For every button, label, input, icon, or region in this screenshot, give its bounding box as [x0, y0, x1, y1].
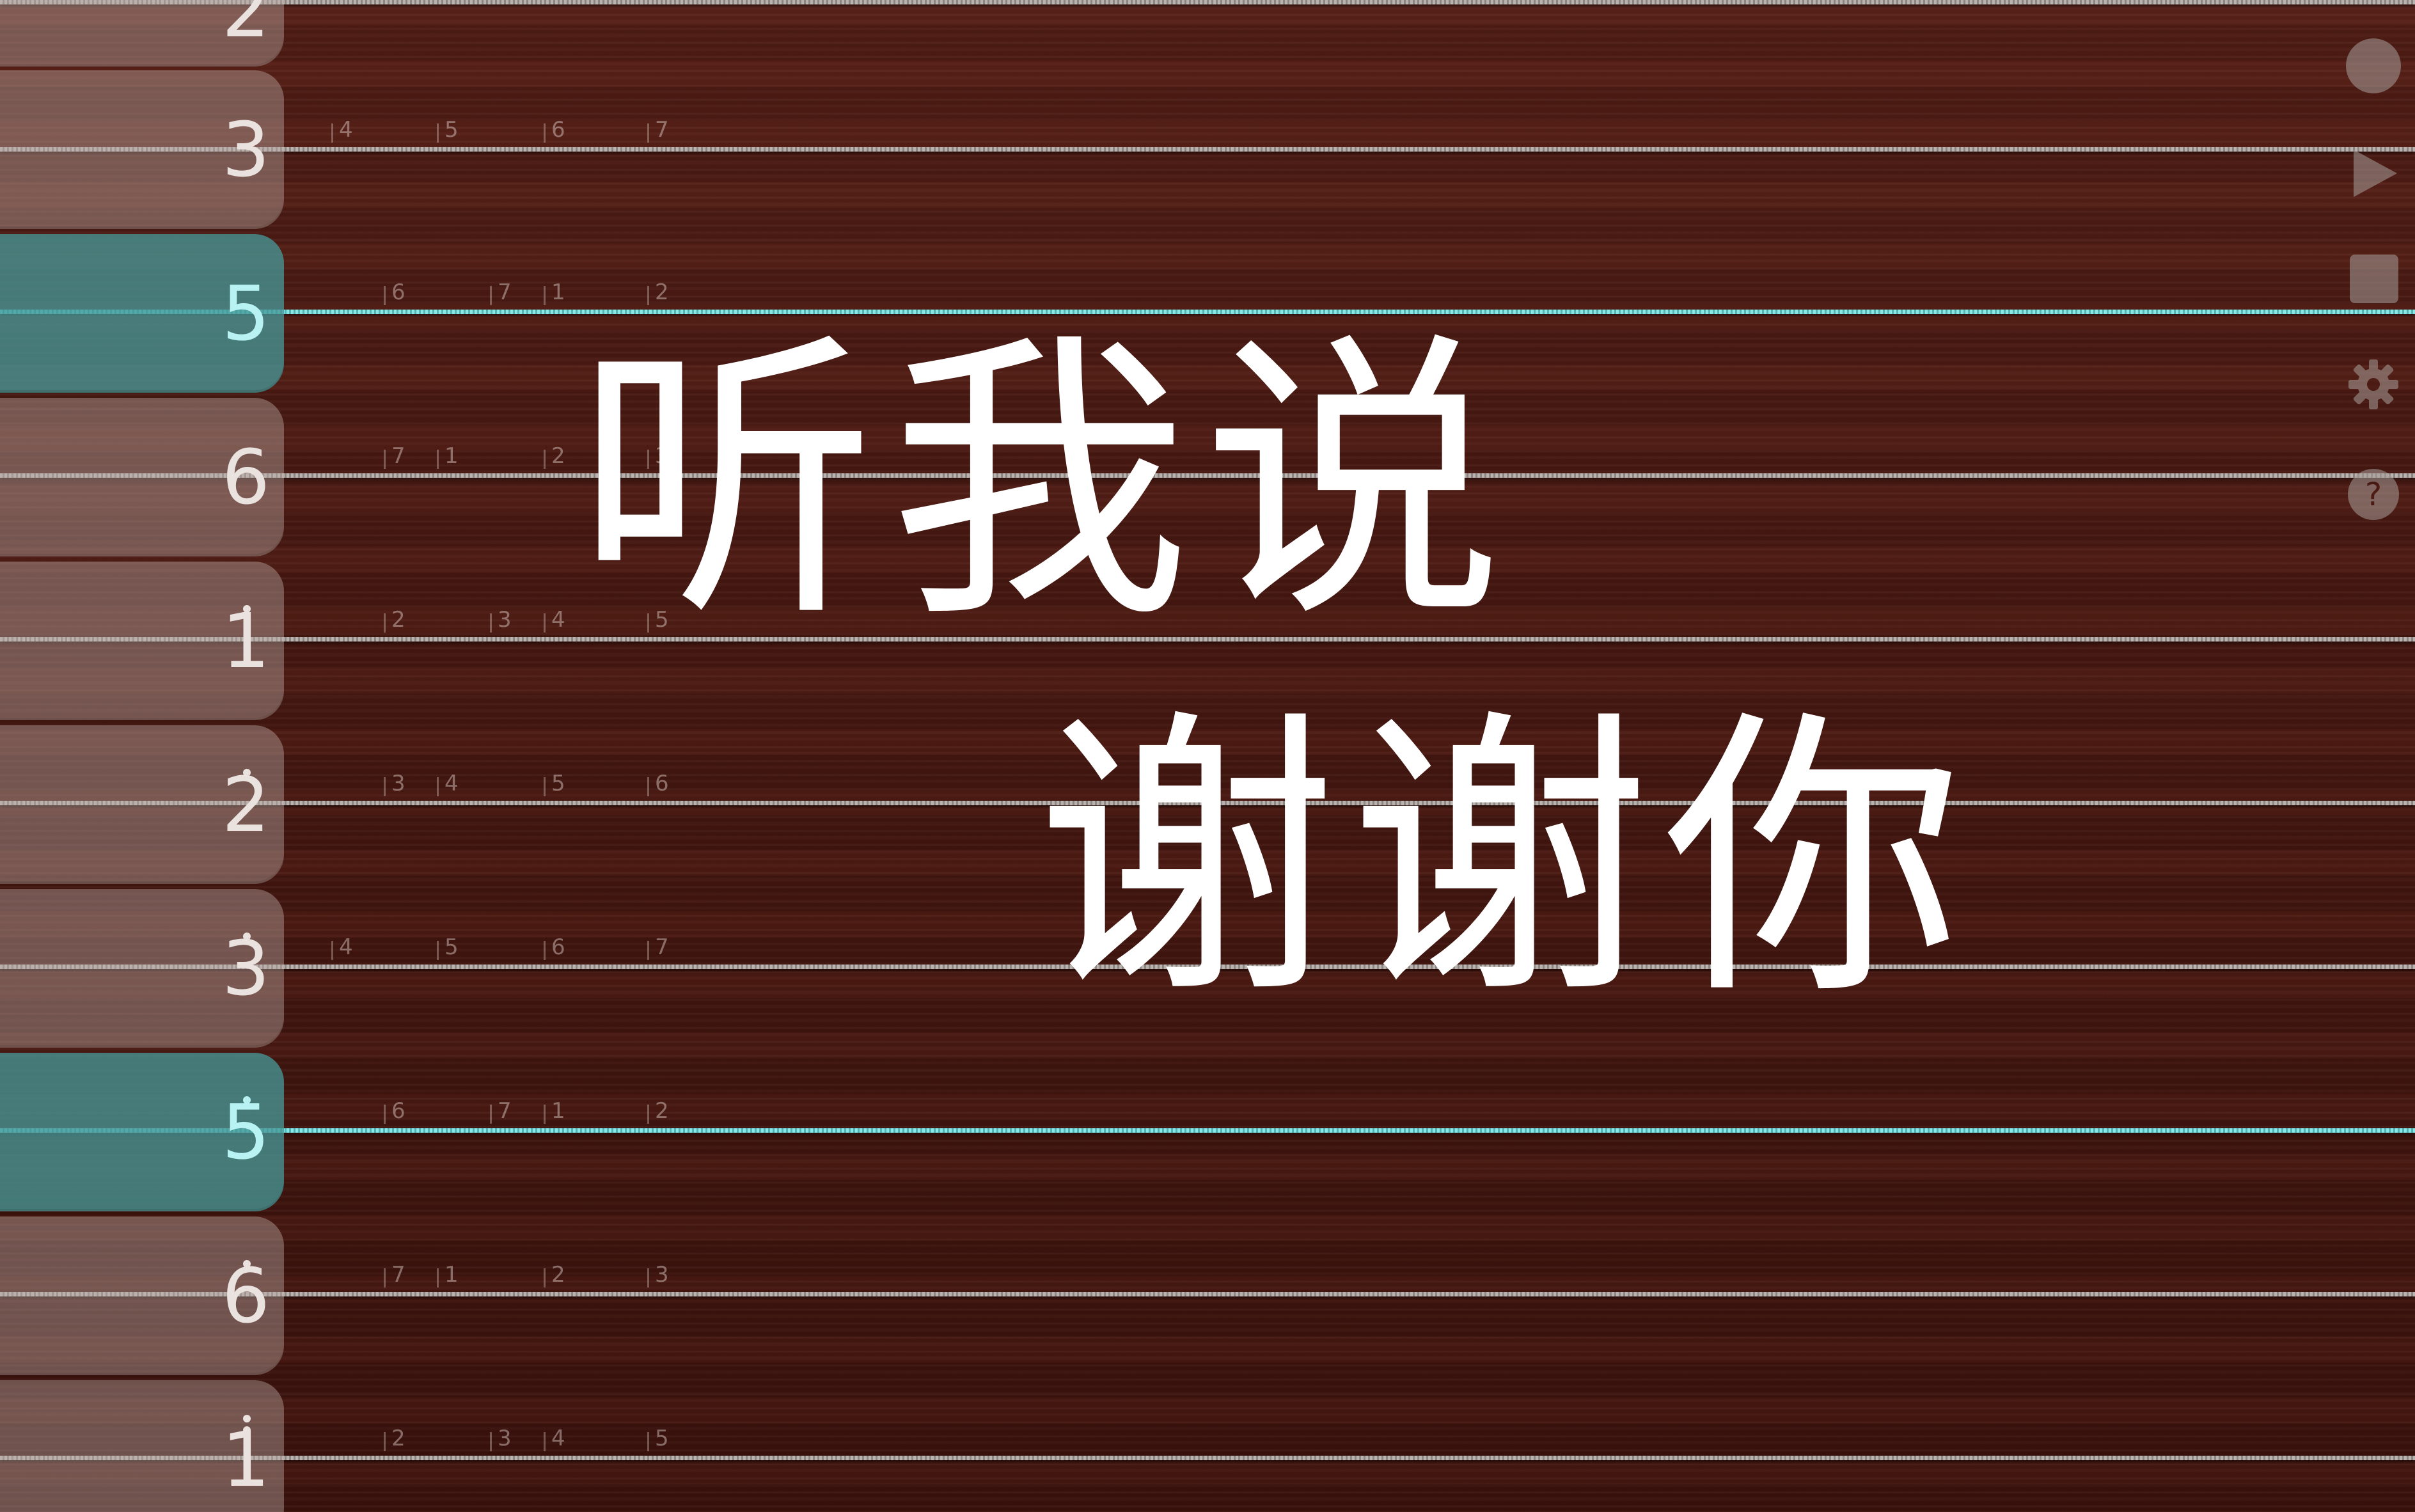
fret-marker: 3 — [490, 607, 512, 633]
fret-marker: 2 — [384, 1426, 405, 1451]
key-note-label: 5 — [221, 269, 270, 358]
string-key[interactable]: 1 — [0, 1380, 284, 1512]
fret-marker: 5 — [437, 117, 459, 143]
fret-marker: 4 — [331, 117, 353, 143]
string-key[interactable]: 2 — [0, 725, 284, 884]
key-note-label: 2 — [221, 0, 270, 54]
string-key[interactable]: 1 — [0, 562, 284, 720]
fret-marker: 7 — [647, 117, 669, 143]
key-note-label: 2 — [221, 760, 270, 849]
fret-marker: 3 — [384, 771, 405, 796]
fret-marker: 2 — [544, 1262, 565, 1288]
fret-marker: 3 — [490, 1426, 512, 1451]
fret-marker: 6 — [544, 117, 565, 143]
fret-marker: 4 — [544, 1426, 565, 1451]
fret-marker: 5 — [544, 771, 565, 796]
string-key[interactable]: 2 — [0, 0, 284, 67]
stop-icon[interactable] — [2350, 255, 2398, 303]
fret-marker: 2 — [544, 443, 565, 469]
key-note-label: 3 — [221, 106, 270, 194]
fret-marker: 4 — [437, 771, 459, 796]
fret-marker: 1 — [544, 280, 565, 305]
string-9[interactable] — [0, 1292, 2415, 1296]
fret-marker: 2 — [647, 1098, 669, 1124]
fret-marker: 4 — [331, 934, 353, 960]
fret-marker: 7 — [490, 280, 512, 305]
record-icon[interactable] — [2346, 38, 2401, 93]
caption-line-1: 听我说 — [576, 308, 1516, 658]
guzheng-board: 2 3 5 6 1 2 3 5 6 1 4 5 6 7 6 7 1 2 7 1 … — [0, 0, 2415, 1512]
key-note-label: 1 — [221, 1415, 270, 1504]
fret-marker: 7 — [647, 934, 669, 960]
fret-marker: 7 — [490, 1098, 512, 1124]
fret-marker: 5 — [647, 1426, 669, 1451]
fret-marker: 6 — [647, 771, 669, 796]
fret-marker: 3 — [647, 1262, 669, 1288]
string-10[interactable] — [0, 1456, 2415, 1460]
help-icon[interactable]: ? — [2346, 467, 2401, 522]
fret-marker: 1 — [437, 1262, 459, 1288]
caption-line-2: 谢谢你 — [1036, 685, 1976, 1035]
side-controls: ? — [2338, 26, 2415, 537]
key-note-label: 5 — [221, 1088, 270, 1176]
svg-text:?: ? — [2365, 476, 2382, 513]
string-2[interactable] — [0, 147, 2415, 152]
fret-marker: 6 — [384, 1098, 405, 1124]
string-key[interactable]: 3 — [0, 889, 284, 1048]
string-1[interactable] — [0, 0, 2415, 4]
string-key-active[interactable]: 5 — [0, 1053, 284, 1211]
fret-marker: 1 — [544, 1098, 565, 1124]
fret-marker: 2 — [647, 280, 669, 305]
play-icon[interactable] — [2346, 146, 2401, 201]
fret-marker: 2 — [384, 607, 405, 633]
fret-marker: 6 — [544, 934, 565, 960]
string-8[interactable] — [0, 1128, 2415, 1133]
key-note-label: 6 — [221, 1252, 270, 1340]
string-key[interactable]: 3 — [0, 70, 284, 229]
string-key[interactable]: 6 — [0, 1217, 284, 1375]
fret-marker: 5 — [437, 934, 459, 960]
string-key[interactable]: 6 — [0, 398, 284, 556]
key-note-label: 3 — [221, 924, 270, 1012]
key-note-label: 6 — [221, 433, 270, 521]
fret-marker: 1 — [437, 443, 459, 469]
gear-icon[interactable] — [2346, 357, 2401, 412]
fret-marker: 4 — [544, 607, 565, 633]
fret-marker: 7 — [384, 1262, 405, 1288]
fret-marker: 6 — [384, 280, 405, 305]
fret-marker: 7 — [384, 443, 405, 469]
string-key-active[interactable]: 5 — [0, 234, 284, 393]
key-note-label: 1 — [221, 597, 270, 685]
